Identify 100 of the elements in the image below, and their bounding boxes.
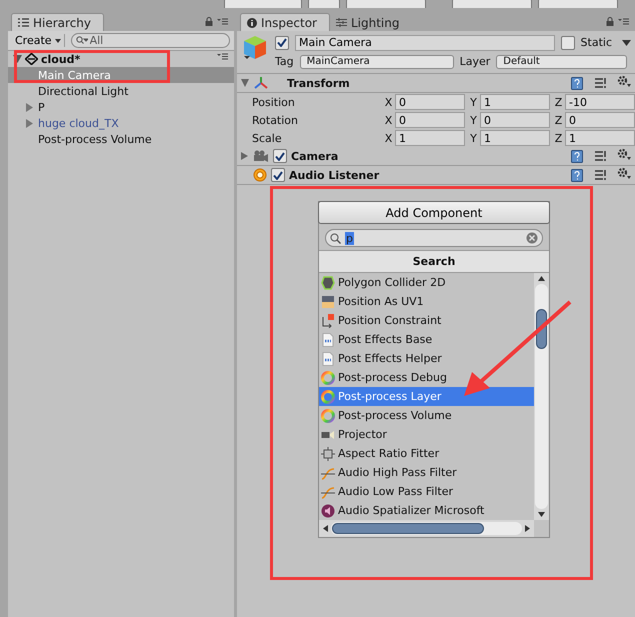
axis-label: Z bbox=[554, 114, 564, 126]
static-checkbox[interactable] bbox=[560, 36, 575, 50]
info-icon bbox=[247, 18, 257, 28]
axis-label: X bbox=[384, 132, 393, 144]
help-book-icon[interactable] bbox=[571, 168, 583, 182]
polygon-icon bbox=[321, 276, 335, 290]
sliders-icon bbox=[336, 18, 347, 27]
clear-icon[interactable] bbox=[526, 232, 538, 244]
component-list-item[interactable]: Audio Spatializer Microsoft bbox=[319, 501, 534, 520]
search-field[interactable]: p bbox=[325, 229, 543, 247]
camera-icon bbox=[253, 150, 269, 162]
component-list-item[interactable]: Post Effects Base bbox=[319, 330, 534, 349]
axis-label: Y bbox=[469, 96, 478, 108]
menu-icon[interactable] bbox=[217, 18, 228, 25]
caret-icon bbox=[54, 38, 61, 42]
scroll-thumb[interactable] bbox=[332, 523, 484, 534]
cube-icon bbox=[243, 35, 267, 61]
component-list-item[interactable]: Post-process Volume bbox=[319, 406, 534, 425]
help-book-icon[interactable] bbox=[571, 76, 583, 90]
axis-label: Z bbox=[554, 132, 564, 144]
scroll-left-icon[interactable] bbox=[323, 525, 328, 532]
settings-gear-icon[interactable] bbox=[617, 148, 631, 160]
color-wheel-icon bbox=[321, 390, 335, 404]
settings-gear-icon[interactable] bbox=[617, 74, 631, 86]
preset-sliders-icon[interactable] bbox=[595, 150, 607, 162]
gradient-icon bbox=[321, 294, 335, 308]
foldout-arrow-icon[interactable] bbox=[241, 152, 249, 160]
panel-tab[interactable]: Inspector bbox=[240, 13, 330, 31]
component-list-item[interactable]: Audio Low Pass Filter bbox=[319, 482, 534, 501]
number-field[interactable]: 1 bbox=[394, 130, 465, 146]
horizontal-scrollbar[interactable] bbox=[319, 520, 534, 537]
settings-gear-icon[interactable] bbox=[617, 166, 631, 178]
number-field[interactable]: 1 bbox=[565, 130, 635, 146]
hierarchy-tab[interactable]: Hierarchy bbox=[11, 13, 104, 31]
hierarchy-item[interactable]: Post-process Volume bbox=[8, 131, 234, 147]
component-title: Camera bbox=[291, 150, 338, 162]
add-component-button[interactable]: Add Component bbox=[318, 201, 550, 224]
hierarchy-item[interactable]: huge cloud_TX bbox=[8, 115, 234, 131]
panel-tab[interactable]: Lighting bbox=[330, 14, 412, 31]
property-label: Position bbox=[252, 96, 296, 108]
axis-label: X bbox=[384, 96, 393, 108]
axis-label: Z bbox=[554, 96, 564, 108]
component-title: Transform bbox=[286, 76, 350, 90]
menu-icon[interactable] bbox=[618, 18, 629, 25]
search-field[interactable]: All bbox=[70, 33, 230, 48]
expand-arrow-icon[interactable] bbox=[13, 55, 22, 63]
search-icon bbox=[76, 36, 88, 45]
property-label: Rotation bbox=[252, 114, 300, 126]
component-list-item[interactable]: Aspect Ratio Fitter bbox=[319, 444, 534, 463]
component-title: Audio Listener bbox=[289, 168, 380, 182]
enabled-checkbox[interactable] bbox=[271, 168, 285, 182]
tag-label: Tag bbox=[275, 55, 294, 68]
filter-curve-icon bbox=[321, 484, 335, 498]
component-list-item[interactable]: Post-process Layer bbox=[319, 387, 534, 406]
number-field[interactable]: 1 bbox=[480, 94, 550, 110]
menu-icon[interactable] bbox=[217, 52, 228, 60]
scroll-down-icon[interactable] bbox=[538, 512, 545, 517]
name-field[interactable]: Main Camera bbox=[295, 34, 555, 50]
hierarchy-item[interactable]: Directional Light bbox=[8, 83, 234, 99]
script-file-icon bbox=[321, 352, 335, 366]
number-field[interactable]: 1 bbox=[480, 130, 550, 146]
lock-icon[interactable] bbox=[606, 17, 614, 26]
number-field[interactable]: 0 bbox=[394, 112, 465, 128]
component-list-item[interactable]: Position As UV1 bbox=[319, 292, 534, 311]
layer-dropdown[interactable]: Default bbox=[496, 54, 627, 68]
component-list-item[interactable]: Audio High Pass Filter bbox=[319, 463, 534, 482]
hierarchy-item[interactable]: P bbox=[8, 99, 234, 115]
dropdown-arrow-icon[interactable] bbox=[622, 40, 631, 46]
enabled-checkbox[interactable] bbox=[273, 149, 287, 163]
preset-sliders-icon[interactable] bbox=[595, 77, 607, 89]
axes-icon bbox=[253, 76, 269, 90]
speaker-icon bbox=[321, 504, 335, 518]
color-wheel-icon bbox=[321, 370, 335, 384]
constraint-icon bbox=[321, 314, 335, 328]
scene-name: cloud* bbox=[41, 52, 80, 66]
number-field[interactable]: 0 bbox=[565, 112, 635, 128]
component-list-item[interactable]: Position Constraint bbox=[319, 311, 534, 330]
preset-sliders-icon[interactable] bbox=[595, 169, 607, 181]
search-icon bbox=[330, 232, 341, 244]
layer-label: Layer bbox=[460, 55, 490, 68]
create-dropdown[interactable]: Create bbox=[12, 34, 65, 47]
number-field[interactable]: 0 bbox=[480, 112, 550, 128]
tag-dropdown[interactable]: MainCamera bbox=[300, 54, 454, 68]
scroll-up-icon[interactable] bbox=[538, 276, 545, 281]
component-list-item[interactable]: Post-process Debug bbox=[319, 368, 534, 387]
aspect-frame-icon bbox=[321, 446, 335, 460]
component-list-item[interactable]: Projector bbox=[319, 425, 534, 444]
component-list-item[interactable]: Polygon Collider 2D bbox=[319, 273, 534, 292]
axis-label: Y bbox=[469, 114, 478, 126]
scroll-right-icon[interactable] bbox=[525, 525, 530, 532]
component-list-item[interactable]: Post Effects Helper bbox=[319, 349, 534, 368]
active-checkbox[interactable] bbox=[275, 36, 289, 50]
number-field[interactable]: 0 bbox=[394, 94, 465, 110]
help-book-icon[interactable] bbox=[571, 150, 583, 162]
vertical-scrollbar[interactable] bbox=[534, 273, 549, 520]
foldout-arrow-icon[interactable] bbox=[241, 79, 249, 87]
number-field[interactable]: -10 bbox=[565, 94, 635, 110]
lock-icon[interactable] bbox=[205, 17, 213, 26]
static-label: Static bbox=[580, 36, 612, 49]
list-icon bbox=[18, 18, 29, 27]
